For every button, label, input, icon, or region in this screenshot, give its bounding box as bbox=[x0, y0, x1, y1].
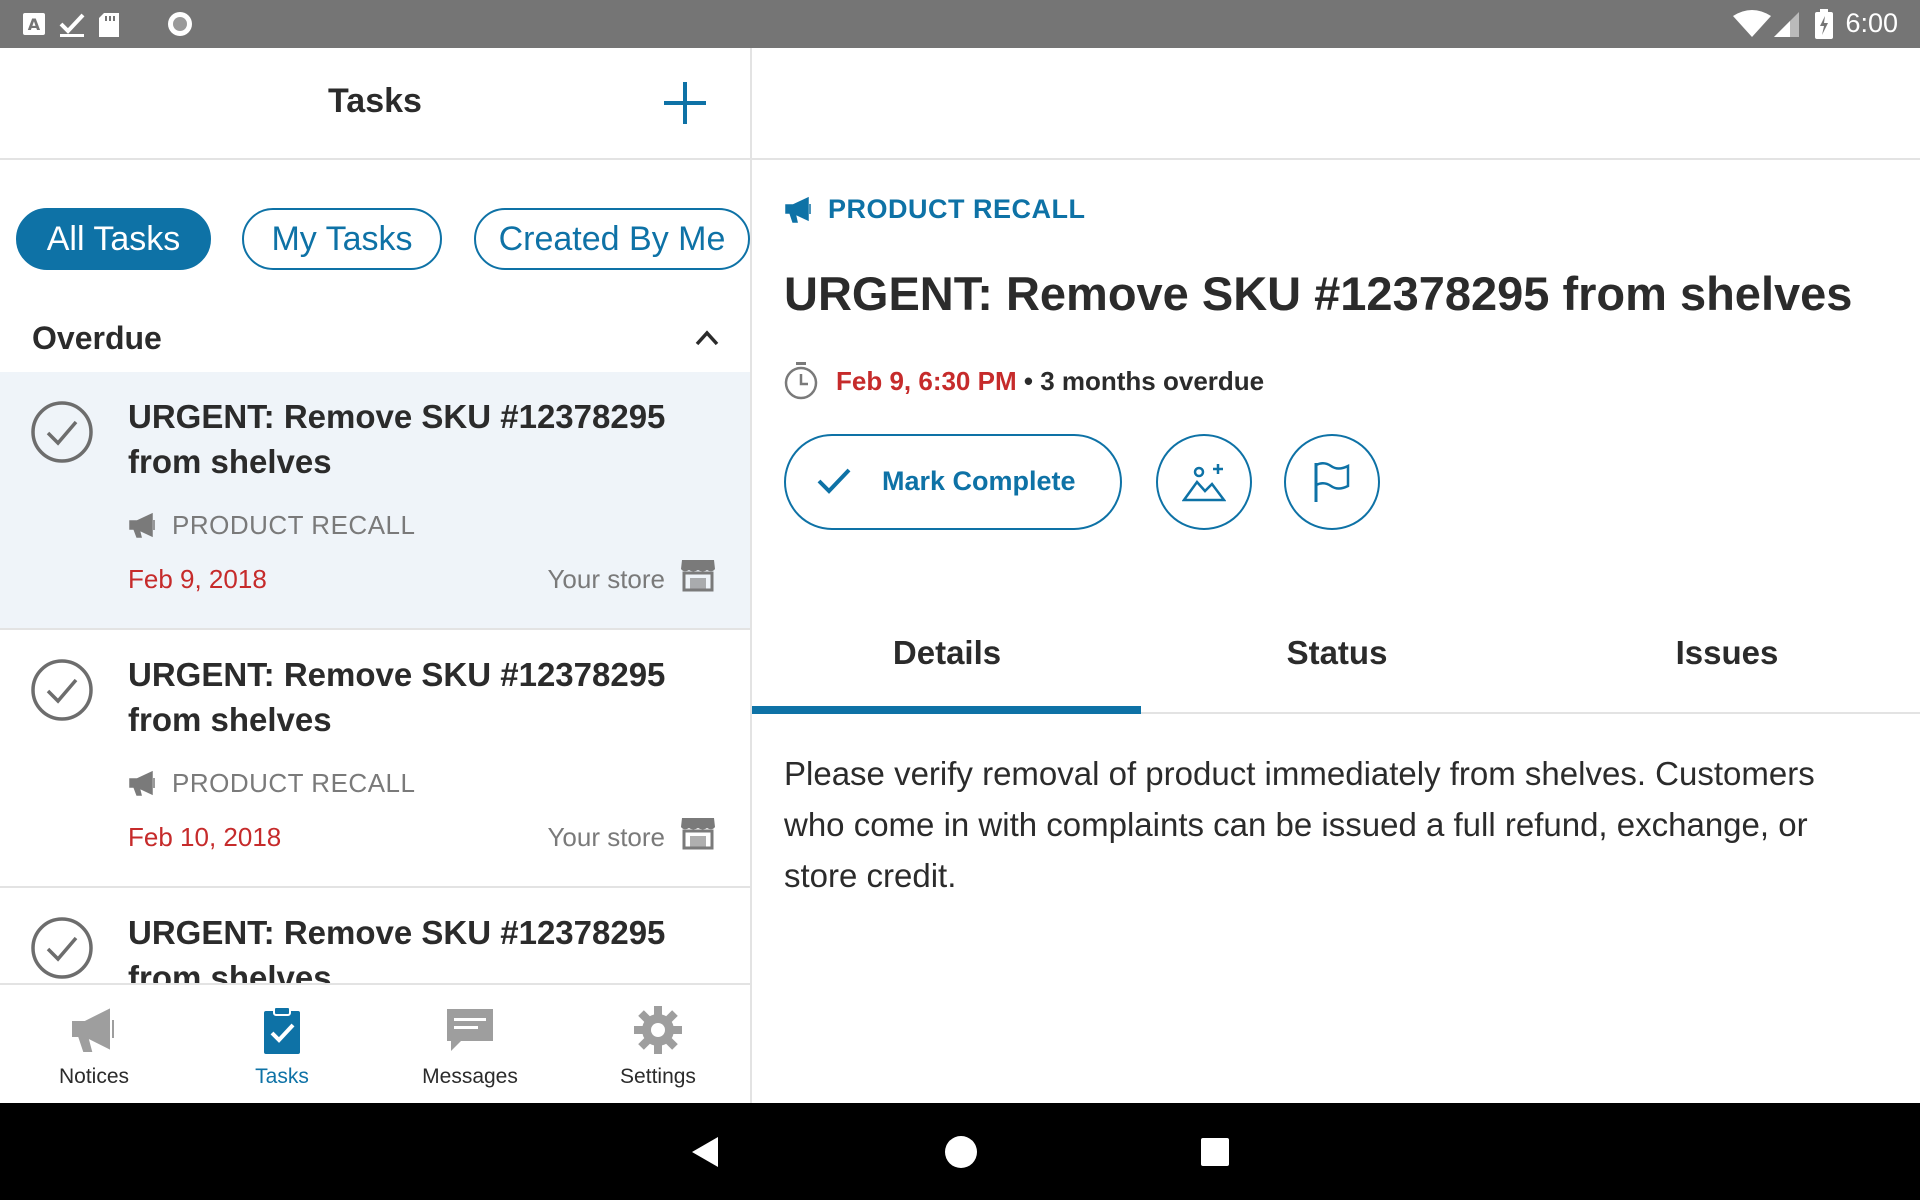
tab-issues[interactable]: Issues bbox=[1532, 634, 1920, 672]
nav-notices[interactable]: Notices bbox=[0, 985, 188, 1105]
detail-header bbox=[752, 48, 1920, 160]
sd-card-icon bbox=[99, 13, 119, 37]
battery-charging-icon bbox=[1815, 9, 1833, 39]
filter-my-tasks[interactable]: My Tasks bbox=[242, 208, 442, 270]
task-card-1[interactable]: URGENT: Remove SKU #12378295 from shelve… bbox=[0, 372, 750, 630]
detail-due: Feb 9, 6:30 PM • 3 months overdue bbox=[836, 366, 1264, 397]
task-title: URGENT: Remove SKU #12378295 from shelve… bbox=[128, 398, 666, 480]
detail-title: URGENT: Remove SKU #12378295 from shelve… bbox=[784, 267, 1853, 320]
megaphone-icon bbox=[785, 196, 811, 223]
detail-category: PRODUCT RECALL bbox=[828, 194, 1086, 224]
store-icon bbox=[681, 818, 715, 850]
task-title: URGENT: Remove SKU #12378295 from shelve… bbox=[128, 656, 666, 738]
text-icon: A bbox=[23, 13, 45, 35]
flag-button[interactable] bbox=[1284, 434, 1380, 530]
home-icon[interactable] bbox=[944, 1135, 978, 1169]
overdue-text: 3 months overdue bbox=[1040, 366, 1265, 396]
add-photo-button[interactable] bbox=[1156, 434, 1252, 530]
check-icon bbox=[817, 468, 851, 494]
nav-messages[interactable]: Messages bbox=[376, 985, 564, 1105]
nav-settings[interactable]: Settings bbox=[564, 985, 752, 1105]
task-category: PRODUCT RECALL bbox=[172, 510, 416, 540]
status-bar: A 6:00 bbox=[0, 0, 1920, 48]
detail-description: Please verify removal of product immedia… bbox=[784, 755, 1815, 894]
task-title: URGENT: Remove SKU #12378295 from shelve… bbox=[128, 914, 666, 983]
mark-complete-label: Mark Complete bbox=[882, 466, 1076, 496]
add-photo-icon bbox=[1182, 464, 1226, 502]
bottom-navigation: Notices Tasks Messages Settings bbox=[0, 983, 750, 1105]
svg-text:A: A bbox=[28, 15, 41, 34]
task-due-date: Feb 9, 2018 bbox=[128, 564, 267, 594]
overdue-section-header[interactable]: Overdue bbox=[0, 310, 750, 370]
record-icon bbox=[168, 12, 192, 36]
task-list-pane: Tasks All Tasks My Tasks Created By Me O… bbox=[0, 48, 752, 1105]
page-title: Tasks bbox=[328, 82, 422, 120]
flag-icon bbox=[1314, 462, 1350, 502]
due-date: Feb 9, 6:30 PM bbox=[836, 366, 1017, 396]
task-store: Your store bbox=[547, 822, 665, 852]
mark-complete-button[interactable]: Mark Complete bbox=[784, 434, 1122, 530]
nav-label: Notices bbox=[58, 1065, 130, 1088]
back-icon[interactable] bbox=[690, 1135, 720, 1169]
complete-check-icon[interactable] bbox=[30, 400, 94, 464]
task-card-2[interactable]: URGENT: Remove SKU #12378295 from shelve… bbox=[0, 630, 750, 888]
clock-icon bbox=[784, 362, 818, 400]
checkmark-icon bbox=[59, 13, 85, 37]
task-detail-pane: PRODUCT RECALL URGENT: Remove SKU #12378… bbox=[752, 48, 1920, 1103]
clipboard-check-icon bbox=[264, 1006, 300, 1054]
task-due-date: Feb 10, 2018 bbox=[128, 822, 282, 852]
filter-created-by-me[interactable]: Created By Me bbox=[474, 208, 750, 270]
gear-icon bbox=[634, 1006, 682, 1054]
nav-label: Tasks bbox=[255, 1065, 309, 1088]
megaphone-icon bbox=[129, 512, 155, 538]
chevron-up-icon[interactable] bbox=[694, 328, 720, 348]
tab-status[interactable]: Status bbox=[1142, 634, 1532, 672]
message-icon bbox=[447, 1009, 493, 1051]
filter-all-tasks[interactable]: All Tasks bbox=[16, 208, 211, 270]
task-category: PRODUCT RECALL bbox=[172, 768, 416, 798]
add-task-button[interactable] bbox=[660, 78, 710, 128]
section-label: Overdue bbox=[32, 320, 162, 356]
store-icon bbox=[681, 560, 715, 592]
complete-check-icon[interactable] bbox=[30, 916, 94, 980]
due-separator: • bbox=[1016, 366, 1041, 396]
megaphone-icon bbox=[72, 1008, 114, 1052]
nav-tasks[interactable]: Tasks bbox=[188, 985, 376, 1105]
active-tab-indicator bbox=[752, 706, 1141, 714]
megaphone-icon bbox=[129, 770, 155, 796]
recents-icon[interactable] bbox=[1200, 1137, 1230, 1167]
tab-details[interactable]: Details bbox=[752, 634, 1142, 672]
plus-icon bbox=[664, 82, 706, 124]
complete-check-icon[interactable] bbox=[30, 658, 94, 722]
task-list-header: Tasks bbox=[0, 48, 750, 160]
signal-icon bbox=[1774, 12, 1799, 37]
task-card-3[interactable]: URGENT: Remove SKU #12378295 from shelve… bbox=[0, 888, 750, 983]
nav-label: Messages bbox=[422, 1065, 518, 1088]
system-navigation-bar bbox=[0, 1103, 1920, 1200]
status-time: 6:00 bbox=[1845, 8, 1898, 38]
wifi-icon bbox=[1733, 10, 1771, 37]
nav-label: Settings bbox=[620, 1065, 696, 1088]
task-store: Your store bbox=[547, 564, 665, 594]
